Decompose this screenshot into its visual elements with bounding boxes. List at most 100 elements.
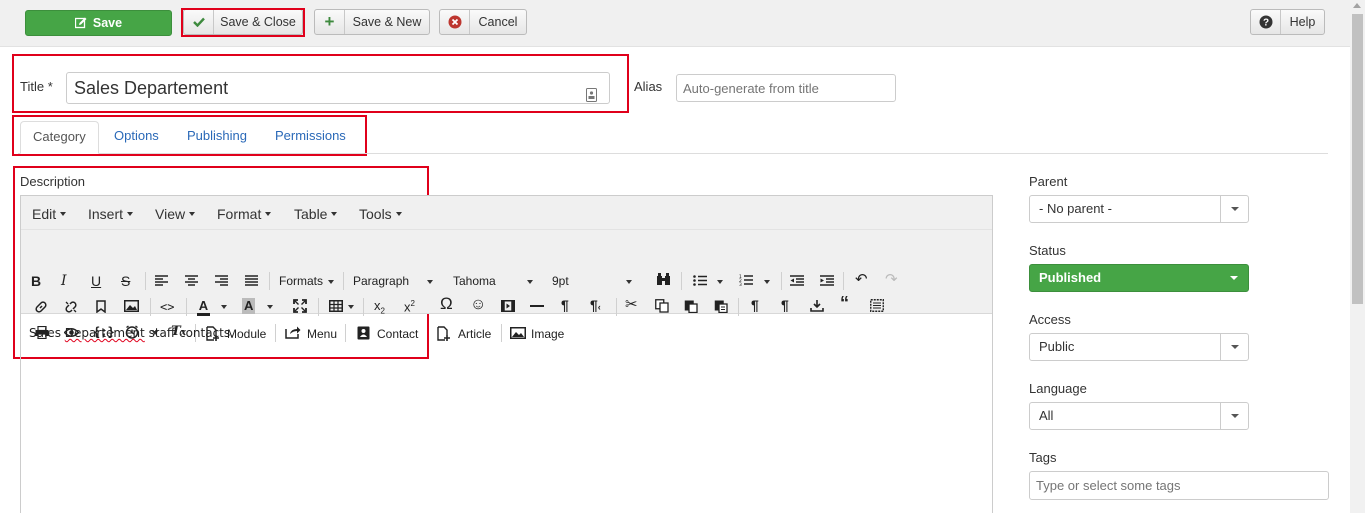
save-new-button[interactable]: + Save & New — [314, 9, 430, 35]
edit-icon — [74, 11, 87, 35]
font-family-label: Tahoma — [453, 274, 496, 288]
formats-label: Formats — [279, 274, 324, 288]
special-character-icon[interactable]: Ω — [440, 295, 453, 312]
italic-icon[interactable]: I — [61, 273, 67, 289]
highlight-save-close — [181, 8, 305, 37]
content-misspelled-word: Departement — [64, 326, 145, 340]
cut-icon[interactable]: ✂ — [625, 297, 638, 313]
scroll-up-icon[interactable] — [1353, 3, 1361, 8]
editor-toolbar: B I U S Formats Paragraph Tahoma 9pt 123… — [21, 230, 992, 342]
font-family-dropdown[interactable]: Tahoma — [453, 274, 496, 288]
menu-view-label: View — [155, 206, 186, 222]
tags-input[interactable] — [1029, 471, 1329, 500]
code-icon[interactable]: <> — [160, 299, 174, 315]
alias-input[interactable] — [676, 74, 896, 102]
block-format-label: Paragraph — [353, 274, 410, 288]
contact-card-icon[interactable] — [586, 81, 597, 111]
description-editor: Edit Insert View Format Table Tools B I … — [20, 195, 993, 513]
redo-icon[interactable]: ↷ — [885, 272, 898, 288]
menu-table-label: Table — [294, 206, 328, 222]
align-justify-icon[interactable] — [245, 274, 258, 290]
cancel-icon — [440, 10, 470, 34]
help-label: Help — [1289, 15, 1316, 29]
font-size-label: 9pt — [552, 274, 569, 288]
align-right-icon[interactable] — [215, 274, 228, 290]
page-scrollbar[interactable] — [1350, 0, 1365, 513]
language-label: Language — [1029, 381, 1087, 396]
menu-edit[interactable]: Edit — [32, 206, 67, 222]
block-format-dropdown[interactable]: Paragraph — [353, 274, 409, 288]
save-button[interactable]: Save — [25, 10, 172, 36]
strikethrough-icon[interactable]: S — [121, 273, 130, 289]
menu-insert-label: Insert — [88, 206, 124, 222]
svg-text:?: ? — [1262, 18, 1268, 29]
menu-insert[interactable]: Insert — [88, 206, 134, 222]
align-left-icon[interactable] — [155, 274, 168, 290]
menu-format-label: Format — [217, 206, 262, 222]
save-label: Save — [92, 16, 123, 30]
underline-icon[interactable]: U — [91, 273, 101, 289]
editor-paragraph: Sales Departement staff contacts. — [29, 326, 234, 340]
parent-select[interactable]: - No parent - — [1029, 195, 1249, 223]
help-button[interactable]: ? Help — [1250, 9, 1325, 35]
rtl-icon[interactable]: ¶‹ — [590, 297, 601, 315]
align-center-icon[interactable] — [185, 274, 198, 290]
content-text-end: staff contacts. — [144, 326, 234, 340]
chevron-down-icon — [1220, 265, 1248, 291]
nonbreaking-icon[interactable]: ¶ — [781, 297, 789, 313]
parent-label: Parent — [1029, 174, 1068, 189]
title-value: Sales Departement — [74, 78, 229, 98]
find-replace-icon[interactable] — [656, 273, 671, 290]
superscript-icon[interactable]: x2 — [404, 296, 415, 315]
status-select[interactable]: Published — [1029, 264, 1249, 292]
language-value: All — [1039, 408, 1054, 423]
status-label: Status — [1029, 243, 1066, 258]
menu-table[interactable]: Table — [294, 206, 338, 222]
scrollbar-thumb[interactable] — [1352, 14, 1363, 304]
cancel-button[interactable]: Cancel — [439, 9, 527, 35]
language-select[interactable]: All — [1029, 402, 1249, 430]
menu-tools-label: Tools — [359, 206, 392, 222]
alias-label: Alias — [634, 79, 663, 94]
indent-icon[interactable] — [820, 274, 834, 290]
menu-tools[interactable]: Tools — [359, 206, 402, 222]
cancel-label: Cancel — [478, 15, 518, 29]
outdent-icon[interactable] — [790, 274, 804, 290]
chevron-down-icon — [1220, 403, 1248, 429]
title-input[interactable]: Sales Departement — [66, 72, 610, 104]
chevron-down-icon — [1220, 196, 1248, 222]
status-value: Published — [1039, 270, 1102, 285]
menu-format[interactable]: Format — [217, 206, 272, 222]
editor-menubar: Edit Insert View Format Table Tools — [21, 196, 992, 230]
bold-icon[interactable]: B — [31, 273, 41, 289]
parent-value: - No parent - — [1039, 201, 1112, 216]
plus-icon: + — [315, 10, 345, 34]
numbered-list-icon[interactable]: 123 — [739, 274, 753, 290]
menu-edit-label: Edit — [32, 206, 57, 222]
tab-options[interactable]: Options — [114, 121, 159, 154]
access-value: Public — [1039, 339, 1075, 354]
menu-view[interactable]: View — [155, 206, 196, 222]
content-text-start: Sales — [29, 326, 65, 340]
background-color-icon[interactable]: A — [242, 298, 256, 314]
formats-dropdown[interactable]: Formats — [279, 274, 323, 288]
tags-label: Tags — [1029, 450, 1057, 465]
access-label: Access — [1029, 312, 1071, 327]
tab-publishing[interactable]: Publishing — [187, 121, 247, 154]
chevron-down-icon — [1220, 334, 1248, 360]
undo-icon[interactable]: ↶ — [855, 272, 868, 288]
visual-chars-icon[interactable]: ¶ — [751, 297, 759, 313]
title-label: Title * — [20, 79, 53, 94]
emoticon-icon[interactable]: ☺ — [470, 297, 486, 313]
ltr-icon[interactable]: ¶ — [561, 297, 569, 313]
tab-category[interactable]: Category — [20, 121, 99, 154]
access-select[interactable]: Public — [1029, 333, 1249, 361]
question-icon: ? — [1251, 10, 1281, 34]
bullet-list-icon[interactable] — [693, 274, 707, 290]
blockquote-icon[interactable]: “ — [840, 294, 849, 312]
svg-text:3: 3 — [739, 282, 742, 286]
editor-content[interactable]: Sales Departement staff contacts. — [21, 314, 992, 514]
font-size-dropdown[interactable]: 9pt — [552, 274, 569, 288]
save-new-label: Save & New — [352, 15, 422, 29]
tab-permissions[interactable]: Permissions — [275, 121, 346, 154]
